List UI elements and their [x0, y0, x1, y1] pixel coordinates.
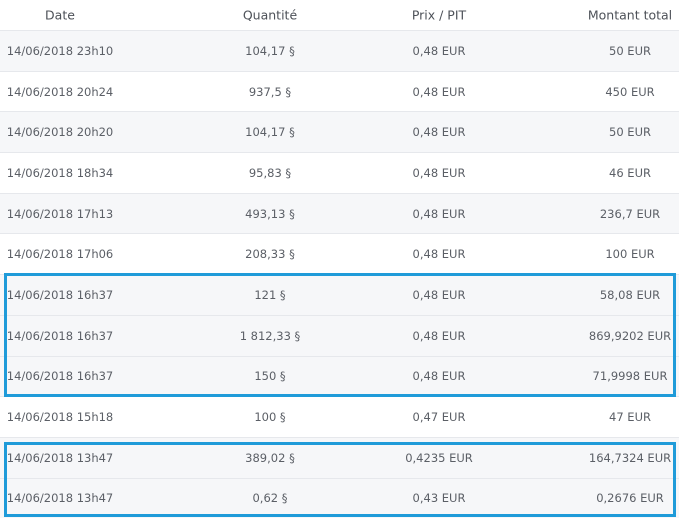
cell-quantity: 104,17 § [245, 43, 295, 58]
cell-price: 0,48 EUR [412, 328, 466, 343]
cell-total: 47 EUR [609, 410, 651, 425]
table-row[interactable]: 14/06/2018 16h37 1 812,33 § 0,48 EUR 869… [0, 314, 679, 356]
cell-date: 14/06/2018 17h06 [6, 247, 114, 262]
cell-quantity: 150 § [254, 369, 286, 384]
cell-total: 164,7324 EUR [588, 450, 672, 465]
cell-total: 0,2676 EUR [596, 491, 664, 506]
cell-price: 0,48 EUR [412, 206, 466, 221]
cell-quantity: 100 § [254, 410, 286, 425]
cell-quantity: 121 § [254, 287, 286, 302]
cell-date: 14/06/2018 17h13 [6, 206, 114, 221]
cell-quantity: 95,83 § [248, 165, 292, 180]
table-row[interactable]: 14/06/2018 17h06 208,33 § 0,48 EUR 100 E… [0, 233, 679, 274]
table-row[interactable]: 14/06/2018 13h47 389,02 § 0,4235 EUR 164… [0, 436, 679, 478]
cell-total: 50 EUR [609, 125, 651, 140]
table-row[interactable]: 14/06/2018 18h34 95,83 § 0,48 EUR 46 EUR [0, 152, 679, 193]
cell-total: 100 EUR [605, 247, 655, 262]
column-header-total[interactable]: Montant total [588, 8, 672, 23]
cell-quantity: 1 812,33 § [239, 328, 301, 343]
cell-date: 14/06/2018 23h10 [6, 43, 114, 58]
cell-date: 14/06/2018 16h37 [6, 369, 114, 384]
cell-quantity: 937,5 § [248, 84, 292, 99]
cell-quantity: 208,33 § [245, 247, 295, 262]
table-row[interactable]: 14/06/2018 16h37 121 § 0,48 EUR 58,08 EU… [0, 274, 679, 315]
cell-date: 14/06/2018 15h18 [6, 410, 114, 425]
cell-date: 14/06/2018 13h47 [6, 491, 114, 506]
cell-date: 14/06/2018 16h37 [6, 328, 114, 343]
cell-date: 14/06/2018 18h34 [6, 165, 114, 180]
cell-date: 14/06/2018 20h20 [6, 125, 114, 140]
cell-price: 0,47 EUR [412, 410, 466, 425]
cell-price: 0,48 EUR [412, 84, 466, 99]
cell-price: 0,43 EUR [412, 491, 466, 506]
transactions-table: Date Quantité Prix / PIT Montant total 1… [0, 0, 679, 519]
table-row[interactable]: 14/06/2018 23h10 104,17 § 0,48 EUR 50 EU… [0, 30, 679, 71]
table-row[interactable]: 14/06/2018 20h20 104,17 § 0,48 EUR 50 EU… [0, 111, 679, 153]
table-row[interactable]: 14/06/2018 17h13 493,13 § 0,48 EUR 236,7… [0, 192, 679, 234]
table-row[interactable]: 14/06/2018 20h24 937,5 § 0,48 EUR 450 EU… [0, 70, 679, 112]
cell-price: 0,48 EUR [412, 287, 466, 302]
table-header: Date Quantité Prix / PIT Montant total [0, 0, 679, 30]
cell-total: 450 EUR [605, 84, 655, 99]
table-row[interactable]: 14/06/2018 16h37 150 § 0,48 EUR 71,9998 … [0, 355, 679, 397]
cell-date: 14/06/2018 16h37 [6, 287, 114, 302]
cell-quantity: 0,62 § [252, 491, 288, 506]
cell-quantity: 389,02 § [245, 450, 295, 465]
cell-price: 0,48 EUR [412, 247, 466, 262]
column-header-price[interactable]: Prix / PIT [412, 8, 466, 23]
cell-total: 50 EUR [609, 43, 651, 58]
table-row[interactable]: 14/06/2018 13h47 0,62 § 0,43 EUR 0,2676 … [0, 477, 679, 519]
cell-total: 71,9998 EUR [592, 369, 668, 384]
cell-price: 0,48 EUR [412, 43, 466, 58]
cell-price: 0,4235 EUR [405, 450, 473, 465]
cell-price: 0,48 EUR [412, 125, 466, 140]
column-header-quantity[interactable]: Quantité [243, 8, 297, 23]
cell-total: 46 EUR [609, 165, 651, 180]
cell-price: 0,48 EUR [412, 369, 466, 384]
cell-date: 14/06/2018 20h24 [6, 84, 114, 99]
cell-quantity: 493,13 § [245, 206, 295, 221]
cell-quantity: 104,17 § [245, 125, 295, 140]
cell-date: 14/06/2018 13h47 [6, 450, 114, 465]
cell-price: 0,48 EUR [412, 165, 466, 180]
column-header-date[interactable]: Date [45, 8, 75, 23]
cell-total: 236,7 EUR [599, 206, 661, 221]
cell-total: 869,9202 EUR [588, 328, 672, 343]
table-row[interactable]: 14/06/2018 15h18 100 § 0,47 EUR 47 EUR [0, 396, 679, 437]
cell-total: 58,08 EUR [599, 287, 661, 302]
